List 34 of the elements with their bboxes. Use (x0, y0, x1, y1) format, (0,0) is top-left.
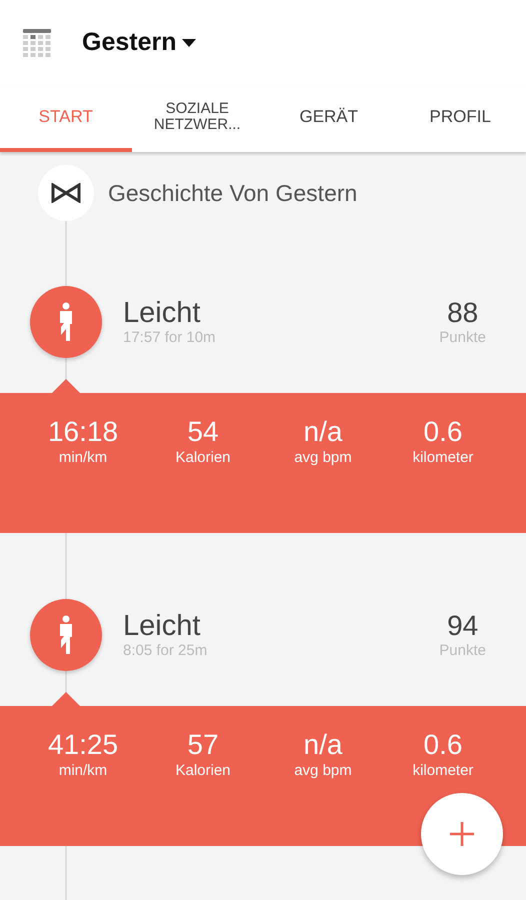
tab[interactable]: GERÄT (263, 85, 394, 152)
stat-value: 41:25 (48, 728, 118, 762)
activity-icon (30, 286, 102, 358)
stat-label: Kalorien (175, 762, 231, 779)
score-label: Punkte (439, 329, 486, 346)
stat-label: avg bpm (294, 449, 352, 466)
stat-value: 0.6 (424, 728, 462, 762)
date-dropdown[interactable]: Gestern (82, 28, 196, 57)
stat-value: n/a (304, 728, 342, 762)
stat-value: 54 (187, 415, 219, 449)
activity-icon (30, 598, 102, 670)
stat-value: 57 (187, 728, 219, 762)
stat-value: n/a (304, 415, 342, 449)
stat-label: avg bpm (294, 762, 352, 779)
caret-icon (182, 38, 196, 46)
activity-title: Leicht (123, 297, 202, 329)
stat-label: Kalorien (175, 449, 231, 466)
activity-time: 17:57 for 10m (123, 329, 217, 346)
calendar-icon[interactable] (22, 28, 52, 58)
plus-icon (450, 822, 474, 846)
score-value: 88 (447, 297, 478, 329)
stat-value: 0.6 (424, 415, 462, 449)
story-title: Geschichte Von Gestern (108, 180, 358, 206)
score-value: 94 (447, 610, 478, 642)
tab[interactable]: SOZIALE NETZWER... (132, 85, 263, 152)
stat-label: min/km (58, 762, 108, 779)
activity-title: Leicht (123, 610, 202, 642)
score-label: Punkte (439, 642, 486, 659)
tab[interactable]: PROFIL (394, 85, 526, 152)
stat-value: 16:18 (48, 415, 118, 449)
stat-label: kilometer (412, 762, 474, 779)
stat-label: kilometer (412, 449, 474, 466)
stat-label: min/km (58, 449, 108, 466)
activity-time: 8:05 for 25m (123, 642, 208, 659)
